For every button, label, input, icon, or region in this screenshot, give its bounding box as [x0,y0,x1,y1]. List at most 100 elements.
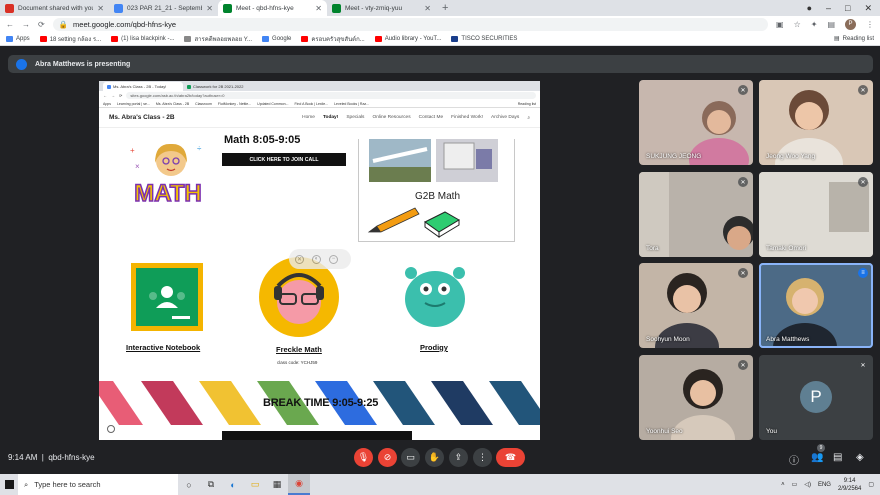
browser-tab[interactable]: Document shared with you: "023 P ✕ [0,0,109,16]
captions-button[interactable]: ▭ [401,448,420,467]
camera-toggle-button[interactable]: ⊘ [378,448,397,467]
more-options-button[interactable]: ⋮ [473,448,492,467]
classroom-icon [187,84,191,89]
edge-icon[interactable]: ◐ [222,474,244,495]
chrome-icon[interactable]: ◉ [288,474,310,495]
close-tab-icon[interactable]: ✕ [97,4,104,13]
bookmarks-bar: Apps 18 setting กล้อง ร... (1) lisa blac… [0,32,880,46]
svg-text:÷: ÷ [197,144,202,153]
reading-list-button[interactable]: ▤ Reading list [833,35,874,43]
browser-tab[interactable]: 023 PAR 21_21 - September 1 - \ ✕ [109,0,218,16]
taskbar-clock[interactable]: 9:14 2/9/2564 [838,477,861,493]
bookmark-label: Apps [16,35,30,42]
language-indicator[interactable]: ENG [818,482,831,488]
site-nav-item: Today! [322,115,339,120]
bookmark-item[interactable]: ครอบครัวสุขสันต์ก... [301,34,365,44]
chat-icon[interactable]: ▤ [833,452,842,463]
bookmark-item[interactable]: (1) lisa blackpink -... [111,35,174,42]
participant-tile[interactable]: ✕ SUKJUNG JEONG [639,80,753,165]
participant-tile[interactable]: ✕ Tamaki Omori [759,172,873,257]
meeting-time: 9:14 AM [8,453,38,462]
hand-icon: ✋ [428,452,441,462]
browser-tab-strip: Document shared with you: "023 P ✕ 023 PA… [0,0,880,16]
participant-tile[interactable]: ✕ Soohyun Moon [639,263,753,348]
meet-control-bar: 9:14 AM | qbd-hfns-kye 🎙 ⊘ ▭ ✋ ⇪ ⋮ ☎ ⓘ 👥… [0,441,880,474]
mic-muted-icon: ✕ [738,360,748,370]
volume-icon[interactable]: ◁) [804,481,811,488]
shared-bookmark: Classroom [195,101,212,106]
activities-icon[interactable]: ◈ [856,452,864,463]
bookmark-label: TISCO SECURITIES [461,35,518,42]
chevron-up-icon[interactable]: ˄ [781,482,785,488]
task-view-icon[interactable]: ⧉ [200,474,222,495]
star-icon[interactable]: ☆ [794,20,801,29]
close-tab-icon[interactable]: ✕ [315,4,322,13]
new-tab-button[interactable]: + [436,0,454,16]
close-tab-icon[interactable]: ✕ [206,4,213,13]
freckle-math-link: Freckle Math [276,345,322,354]
bookmark-label: Google [272,35,292,42]
store-icon[interactable]: ▦ [266,474,288,495]
bookmark-item[interactable]: Google [262,35,292,42]
back-icon[interactable]: ← [6,20,14,29]
shared-screen: Ms. Abra's Class - 2B - Today! Classwork… [99,81,540,440]
mic-toggle-button[interactable]: 🎙 [354,448,373,467]
site-nav-item: Online Resources [372,115,411,120]
site-content: + ÷ × MATH Math 8:05-9:05 CLICK HERE TO … [99,134,540,440]
bookmark-item[interactable]: 18 setting กล้อง ร... [39,34,101,44]
people-icon[interactable]: 👥 [811,452,823,463]
participant-tile[interactable]: ✕ Jeong Woo Yang [759,80,873,165]
cortana-icon[interactable]: ○ [178,474,200,495]
back-icon: ← [103,93,107,98]
present-button[interactable]: ⇪ [449,448,468,467]
forward-icon[interactable]: → [22,20,30,29]
shared-bookmark: Apps [103,101,111,106]
participant-tile[interactable]: ✕ Yoonhui Seo [639,355,753,440]
profile-avatar[interactable]: P [845,18,856,30]
browser-tab[interactable]: Meet - vty-zmiq-yuu ✕ [327,0,436,16]
screen-control-overlay: ✕ ◐ − [289,249,351,269]
file-explorer-icon[interactable]: ▭ [244,474,266,495]
participant-tile-active-speaker[interactable]: ≡ Abra Matthews [759,263,873,348]
g2b-math-title: G2B Math [414,191,461,202]
participant-count-badge: 9 [817,444,825,452]
close-window-button[interactable]: ✕ [864,3,872,14]
camera-status-icon[interactable]: ▣ [776,20,784,29]
start-button[interactable] [0,474,18,495]
maximize-button[interactable]: □ [845,3,850,14]
speaking-indicator-icon: ≡ [858,268,868,278]
reload-icon[interactable]: ⟳ [38,20,45,29]
minimize-button[interactable]: – [826,3,831,14]
participant-name: Tamaki Omori [766,245,807,252]
reading-list-icon: ▤ [833,36,840,42]
windows-taskbar: ⌕ Type here to search ○ ⧉ ◐ ▭ ▦ ◉ ˄ ▭ ◁) … [0,474,880,495]
url-text: meet.google.com/qbd-hfns-kye [73,19,177,29]
network-icon[interactable]: ▭ [792,481,798,488]
search-icon: ⌕ [527,115,530,121]
search-icon: ⌕ [24,479,29,489]
record-icon[interactable]: ● [807,3,812,14]
bookmark-item[interactable]: Apps [6,35,30,42]
self-tile[interactable]: ✕ P You [759,355,873,440]
close-tab-icon[interactable]: ✕ [424,4,431,13]
mic-muted-icon: ✕ [858,85,868,95]
participant-name: Tora [646,245,659,252]
bookmark-item[interactable]: TISCO SECURITIES [451,35,518,42]
bookmark-item[interactable]: Audio library - YouT... [374,35,441,42]
site-nav-item: Contact Me [418,115,444,120]
info-icon[interactable]: ⓘ [789,452,799,467]
site-nav-item: Finished Work! [451,115,484,120]
leave-call-button[interactable]: ☎ [496,448,525,467]
notifications-icon[interactable]: ▢ [868,481,874,488]
raise-hand-button[interactable]: ✋ [425,448,444,467]
participant-tile[interactable]: ✕ Tora [639,172,753,257]
self-avatar: P [800,381,832,413]
taskbar-search[interactable]: ⌕ Type here to search [18,474,178,495]
bookmark-item[interactable]: สารคดีพลอยพลอย Y... [184,34,252,44]
browser-tab-active[interactable]: Meet - qbd-hfns-kye ✕ [218,0,327,16]
extensions-icon[interactable]: ✦ [811,20,818,29]
menu-icon[interactable]: ⋮ [866,20,874,29]
reload-icon: ⟳ [119,93,123,98]
omnibox[interactable]: 🔒 meet.google.com/qbd-hfns-kye [52,17,768,31]
sidebar-icon[interactable]: ▤ [827,20,835,29]
